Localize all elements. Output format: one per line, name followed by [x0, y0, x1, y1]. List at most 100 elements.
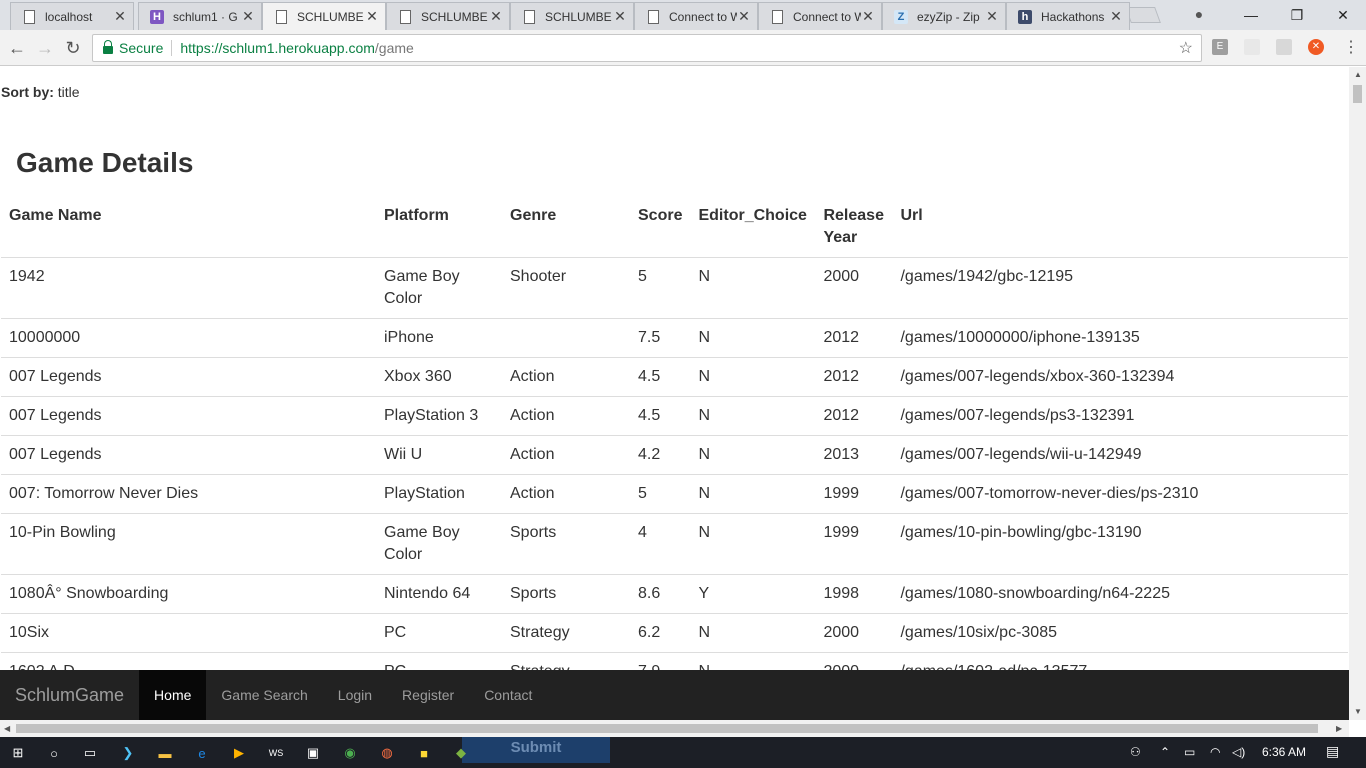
column-header: Platform: [376, 197, 502, 258]
scroll-right-icon[interactable]: ▶: [1336, 724, 1342, 733]
table-cell: /games/007-legends/ps3-132391: [892, 396, 1348, 436]
tab-close-icon[interactable]: ✕: [113, 8, 127, 25]
table-cell: 10000000: [1, 318, 376, 358]
file-explorer-icon[interactable]: ▬: [155, 743, 175, 763]
browser-tab[interactable]: SCHLUMBE ✕: [262, 2, 386, 30]
table-cell: 2012: [815, 318, 893, 358]
nav-link-home[interactable]: Home: [139, 670, 207, 721]
wifi-icon[interactable]: ◠: [1210, 745, 1220, 759]
browser-tab[interactable]: Hschlum1 · G ✕: [138, 2, 262, 30]
browser-tab[interactable]: Connect to Wi-✕: [634, 2, 758, 30]
firefox-icon[interactable]: ◍: [377, 743, 397, 763]
windows-start-icon[interactable]: ⊞: [8, 743, 28, 763]
nav-link-contact[interactable]: Contact: [469, 670, 547, 721]
restore-icon[interactable]: ❐: [1274, 0, 1320, 30]
tab-close-icon[interactable]: ✕: [737, 8, 751, 25]
nav-link-login[interactable]: Login: [323, 670, 387, 721]
store-icon[interactable]: ▣: [303, 743, 323, 763]
nav-link-register[interactable]: Register: [387, 670, 469, 721]
vertical-scroll-thumb[interactable]: [1353, 85, 1362, 103]
table-cell: 4.5: [630, 357, 691, 397]
tab-close-icon[interactable]: ✕: [1109, 8, 1123, 25]
tab-close-icon[interactable]: ✕: [985, 8, 999, 25]
sticky-notes-icon[interactable]: ■: [414, 743, 434, 763]
table-cell: 2012: [815, 357, 893, 397]
table-row: 10-Pin Bowling Game Boy Color Sports 4 N 1999…: [1, 513, 1348, 575]
scroll-left-icon[interactable]: ◀: [4, 724, 10, 733]
table-cell: Nintendo 64: [376, 574, 502, 614]
table-cell: 007 Legends: [1, 357, 376, 397]
column-header: Url: [892, 197, 1348, 258]
table-cell: Action: [502, 396, 630, 436]
tab-close-icon[interactable]: ✕: [613, 8, 627, 25]
tab-title: Connect to Wi-: [793, 9, 861, 24]
task-view-icon[interactable]: ▭: [80, 743, 100, 763]
table-cell: N: [690, 613, 816, 653]
action-center-icon[interactable]: ▤: [1326, 743, 1339, 760]
cortana-icon[interactable]: ○: [44, 743, 64, 763]
extension-x-icon[interactable]: ✕: [1308, 39, 1324, 55]
scroll-up-icon[interactable]: ▲: [1354, 70, 1362, 79]
table-cell: PlayStation: [376, 474, 502, 514]
webstorm-icon[interactable]: WS: [266, 743, 286, 763]
table-cell: 1999: [815, 513, 893, 575]
close-window-icon[interactable]: ✕: [1320, 0, 1366, 30]
table-cell: 6.2: [630, 613, 691, 653]
clock[interactable]: 6:36 AM: [1262, 745, 1306, 759]
extension-gear-icon[interactable]: [1276, 39, 1292, 55]
back-icon[interactable]: ←: [6, 37, 28, 59]
address-bar[interactable]: Secure https://schlum1.herokuapp.com/gam…: [92, 34, 1202, 62]
horizontal-scroll-thumb[interactable]: [16, 724, 1318, 733]
submit-button-ghost: Submit: [462, 737, 610, 763]
table-cell: 007 Legends: [1, 396, 376, 436]
people-icon[interactable]: ⚇: [1130, 745, 1141, 759]
forward-icon[interactable]: →: [34, 37, 56, 59]
profile-icon[interactable]: ●: [1190, 6, 1208, 24]
horizontal-scrollbar[interactable]: ◀ ▶: [0, 720, 1349, 737]
table-cell: N: [690, 318, 816, 358]
extension-blank-icon[interactable]: [1244, 39, 1260, 55]
browser-tab[interactable]: localhost ✕: [10, 2, 134, 30]
table-cell: Wii U: [376, 435, 502, 475]
table-cell: 1998: [815, 574, 893, 614]
tab-title: schlum1 · G: [173, 9, 238, 24]
nav-link-game-search[interactable]: Game Search: [206, 670, 322, 721]
table-header-row: Game Name Platform Genre Score Editor_Choice…: [1, 197, 1348, 258]
table-cell: Action: [502, 357, 630, 397]
column-header: Game Name: [1, 197, 376, 258]
menu-icon[interactable]: ⋮: [1340, 37, 1362, 59]
browser-tab[interactable]: SCHLUMBE ✕: [510, 2, 634, 30]
battery-icon[interactable]: ▭: [1184, 745, 1195, 759]
reload-icon[interactable]: ↻: [62, 37, 84, 59]
site-navbar: SchlumGame Home Game Search Login Register C…: [0, 670, 1349, 721]
new-tab-button[interactable]: [1125, 7, 1161, 23]
table-body: 1942 Game Boy Color Shooter 5 N 2000/games/19…: [1, 257, 1348, 691]
navbar-brand[interactable]: SchlumGame: [0, 685, 139, 706]
tab-close-icon[interactable]: ✕: [489, 8, 503, 25]
table-cell: Sports: [502, 574, 630, 614]
browser-tab[interactable]: SCHLUMBE ✕: [386, 2, 510, 30]
media-player-icon[interactable]: ▶: [229, 743, 249, 763]
table-cell: N: [690, 474, 816, 514]
volume-icon[interactable]: ◁): [1232, 745, 1245, 759]
tray-chevron-icon[interactable]: ⌃: [1160, 745, 1170, 759]
vertical-scrollbar[interactable]: ▲ ▼: [1349, 67, 1366, 720]
windows-taskbar: Submit ⊞ ○ ▭ ❯ ▬ e ▶ WS ▣ ◉ ◍ ■ ◆ ⚇ ⌃ ▭ …: [0, 737, 1366, 768]
tab-close-icon[interactable]: ✕: [365, 8, 379, 25]
browser-tab[interactable]: Connect to Wi-✕: [758, 2, 882, 30]
extension-e-icon[interactable]: E: [1212, 39, 1228, 55]
doc-icon: [645, 9, 661, 25]
bookmark-star-icon[interactable]: ☆: [1179, 38, 1193, 58]
browser-tab[interactable]: h Hackathons ✕: [1006, 2, 1130, 30]
sort-by-value[interactable]: title: [58, 84, 80, 100]
scroll-down-icon[interactable]: ▼: [1354, 707, 1362, 716]
minimize-icon[interactable]: —: [1228, 0, 1274, 30]
git-icon[interactable]: ◆: [451, 743, 471, 763]
powershell-icon[interactable]: ❯: [118, 743, 138, 763]
edge-icon[interactable]: e: [192, 743, 212, 763]
tab-close-icon[interactable]: ✕: [241, 8, 255, 25]
tab-close-icon[interactable]: ✕: [861, 8, 875, 25]
lock-icon: [103, 39, 113, 54]
chrome-icon[interactable]: ◉: [340, 743, 360, 763]
browser-tab[interactable]: ZezyZip - Zip ✕: [882, 2, 1006, 30]
